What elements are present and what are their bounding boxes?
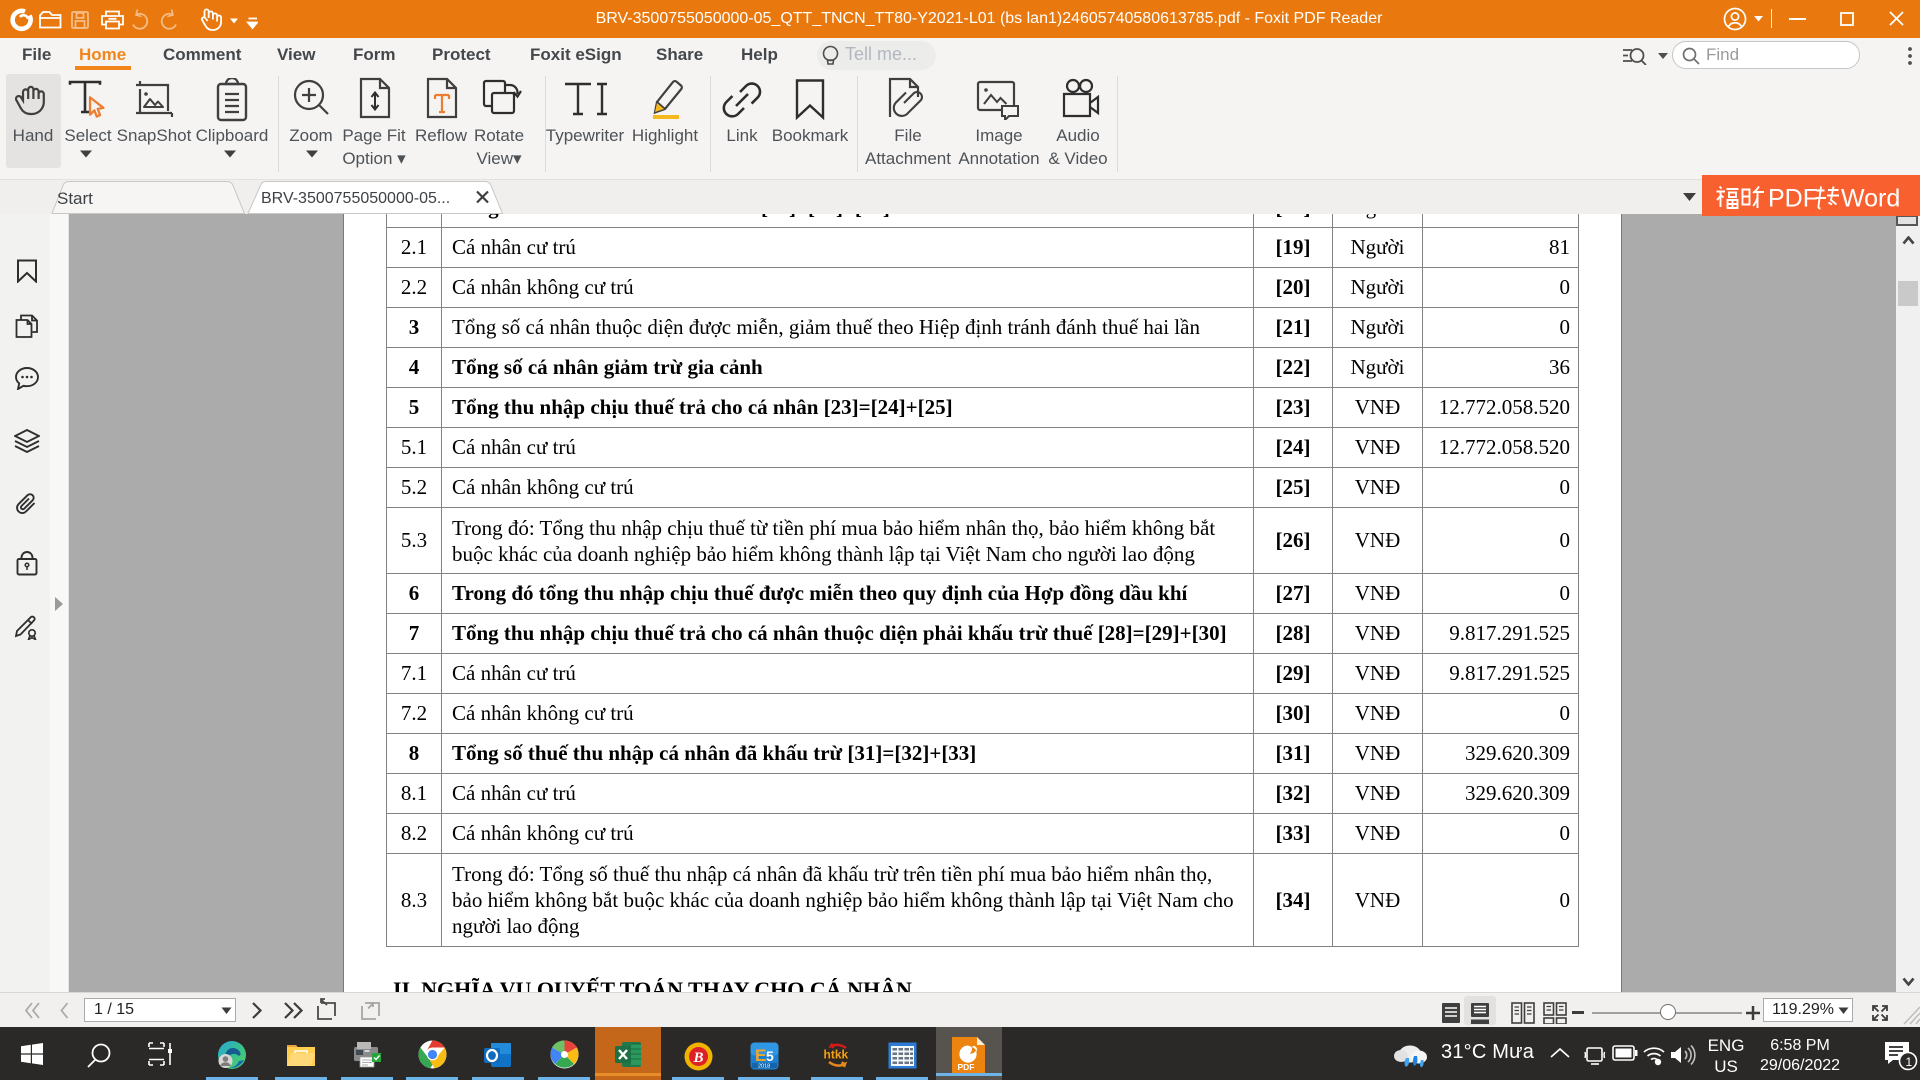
svg-text:PDF: PDF <box>1768 186 1818 212</box>
svg-text:1: 1 <box>1906 1055 1913 1069</box>
svg-text:5: 5 <box>766 1048 774 1064</box>
svg-text:E: E <box>755 1046 766 1065</box>
svg-text:htkk: htkk <box>824 1048 849 1062</box>
svg-text:2018: 2018 <box>758 1064 770 1070</box>
svg-text:PDF: PDF <box>958 1062 975 1072</box>
svg-text:Word: Word <box>1841 186 1900 212</box>
svg-text:B: B <box>693 1050 704 1066</box>
